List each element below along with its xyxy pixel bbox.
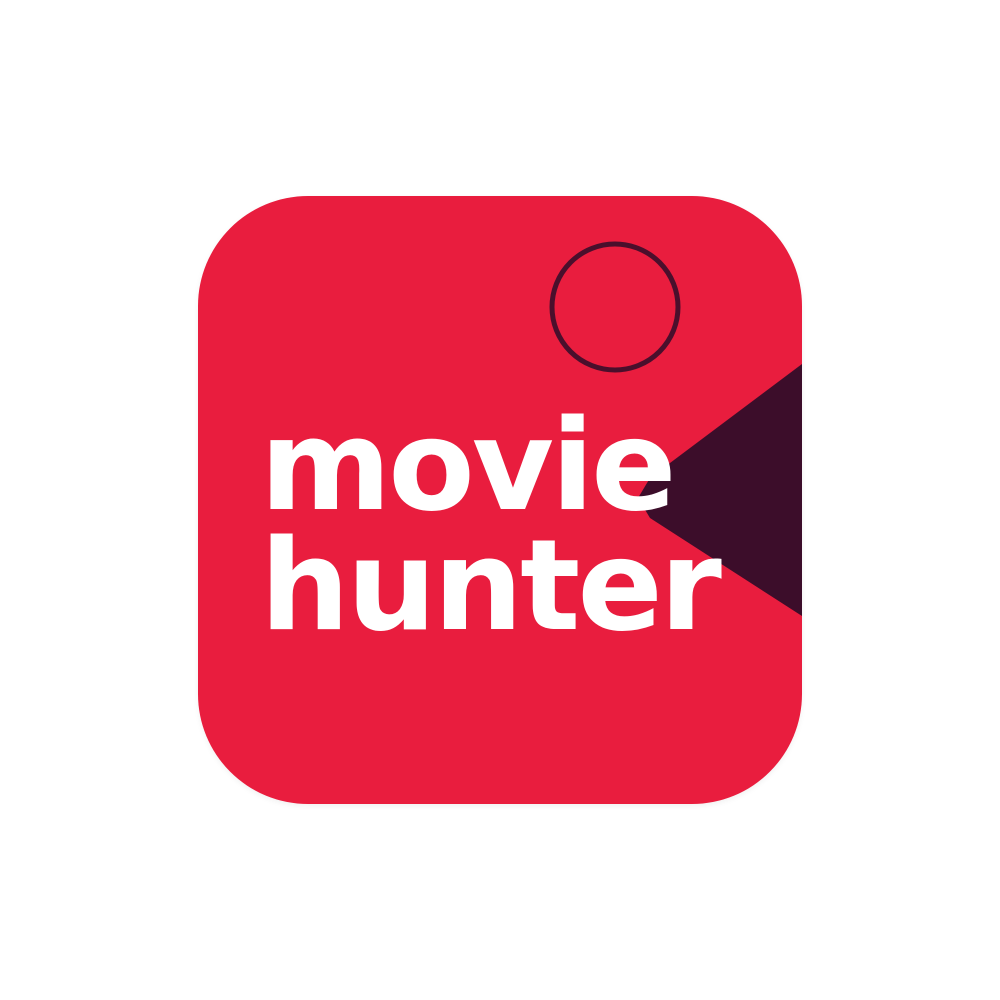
wordmark-line-movie: movie [260, 392, 677, 539]
app-icon[interactable]: movie hunter [198, 196, 802, 804]
canvas: movie hunter [0, 0, 1000, 1000]
wordmark: movie hunter [260, 392, 722, 659]
wordmark-line-hunter: hunter [260, 512, 722, 659]
